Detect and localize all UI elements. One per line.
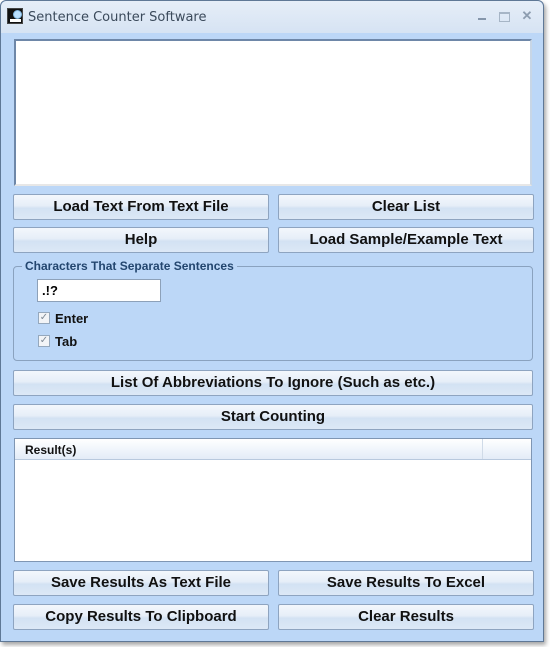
checkmark-icon[interactable]: ✓ [38, 335, 50, 347]
checkmark-icon[interactable]: ✓ [38, 312, 50, 324]
abbreviations-button[interactable]: List Of Abbreviations To Ignore (Such as… [13, 370, 533, 396]
title-bar[interactable]: Sentence Counter Software ✕ [1, 1, 543, 33]
separators-group-label: Characters That Separate Sentences [22, 259, 237, 273]
column-header-extra[interactable] [483, 439, 531, 459]
text-input-area[interactable] [14, 39, 532, 186]
results-header: Result(s) [15, 439, 531, 460]
load-sample-text-button[interactable]: Load Sample/Example Text [278, 227, 534, 253]
minimize-icon[interactable] [475, 9, 491, 23]
column-header-results[interactable]: Result(s) [15, 439, 483, 459]
tab-checkbox[interactable]: ✓ Tab [38, 333, 77, 349]
clear-list-button[interactable]: Clear List [278, 194, 534, 220]
start-counting-button[interactable]: Start Counting [13, 404, 533, 430]
app-window: Sentence Counter Software ✕ Load Text Fr… [0, 0, 544, 642]
load-text-file-button[interactable]: Load Text From Text File [13, 194, 269, 220]
results-list[interactable]: Result(s) [14, 438, 532, 562]
close-icon[interactable]: ✕ [519, 9, 535, 23]
enter-checkbox-label: Enter [55, 310, 89, 326]
separators-group: Characters That Separate Sentences ✓ Ent… [13, 259, 533, 361]
save-results-excel-button[interactable]: Save Results To Excel [278, 570, 534, 596]
maximize-icon[interactable] [496, 9, 512, 23]
help-button[interactable]: Help [13, 227, 269, 253]
tab-checkbox-label: Tab [55, 333, 78, 349]
save-results-text-button[interactable]: Save Results As Text File [13, 570, 269, 596]
app-icon [7, 8, 23, 24]
separator-characters-input[interactable] [37, 279, 161, 302]
enter-checkbox[interactable]: ✓ Enter [38, 310, 88, 326]
copy-results-clipboard-button[interactable]: Copy Results To Clipboard [13, 604, 269, 630]
clear-results-button[interactable]: Clear Results [278, 604, 534, 630]
window-title: Sentence Counter Software [28, 10, 207, 25]
